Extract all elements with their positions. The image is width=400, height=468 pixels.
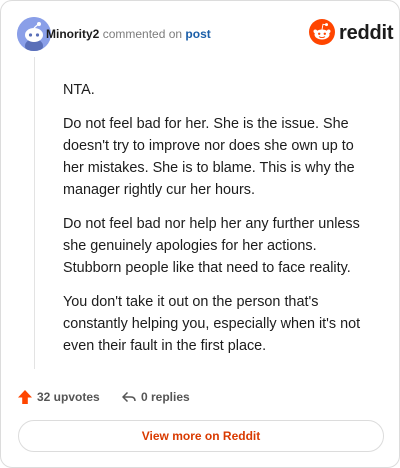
comment-stats: 32 upvotes 0 replies	[17, 387, 385, 407]
reddit-snoo-icon	[309, 19, 335, 45]
post-link[interactable]: post	[185, 27, 210, 41]
comment-paragraph: Do not feel bad nor help her any further…	[63, 216, 360, 276]
upvotes-count: 32 upvotes	[37, 390, 100, 404]
reply-arrow-icon	[122, 391, 136, 403]
byline-action: commented on	[102, 27, 183, 41]
thread-line	[34, 57, 35, 369]
comment-body: NTA. Do not feel bad for her. She is the…	[63, 79, 373, 369]
replies-count: 0 replies	[141, 390, 190, 404]
comment-embed-card: Minority2 commented on post reddit NTA. …	[0, 0, 400, 468]
comment-paragraph: NTA.	[63, 82, 95, 98]
upvote-arrow-icon	[18, 390, 32, 404]
byline: Minority2 commented on post	[46, 26, 211, 42]
view-more-button[interactable]: View more on Reddit	[18, 420, 384, 452]
comment-paragraph: You don't take it out on the person that…	[63, 294, 361, 354]
reddit-logo[interactable]: reddit	[309, 19, 394, 47]
comment-paragraph: Do not feel bad for her. She is the issu…	[63, 116, 355, 198]
reddit-wordmark: reddit	[339, 22, 394, 44]
author-name[interactable]: Minority2	[46, 27, 99, 41]
